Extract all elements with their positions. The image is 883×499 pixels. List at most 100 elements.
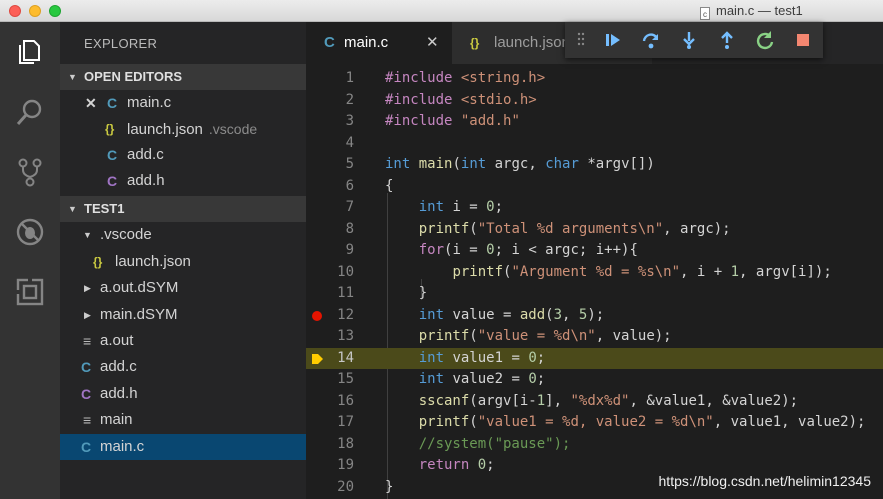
line-number[interactable]: 19 <box>306 455 354 477</box>
code-line[interactable]: 12 int value = add(3, 5); <box>306 305 883 327</box>
code-line[interactable]: 18 //system("pause"); <box>306 434 883 456</box>
code-text[interactable]: printf("Argument %d = %s\n", i + 1, argv… <box>385 262 831 284</box>
line-number[interactable]: 2 <box>306 90 354 112</box>
code-editor[interactable]: 1 #include <string.h> 2 #include <stdio.h> 3… <box>306 64 883 499</box>
code-line[interactable]: 3 #include "add.h" <box>306 111 883 133</box>
code-text[interactable]: #include <string.h> <box>385 68 545 90</box>
code-line[interactable]: 2 #include <stdio.h> <box>306 90 883 112</box>
line-number[interactable]: 16 <box>306 391 354 413</box>
code-line[interactable]: 10 printf("Argument %d = %s\n", i + 1, a… <box>306 262 883 284</box>
code-text[interactable]: #include "add.h" <box>385 111 520 133</box>
search-icon[interactable] <box>15 97 45 127</box>
line-number[interactable]: 1 <box>306 68 354 90</box>
tree-file[interactable]: C add.c <box>60 354 306 380</box>
code-text[interactable]: { <box>385 176 393 198</box>
open-editor-item[interactable]: C add.c <box>60 142 306 168</box>
open-editor-item[interactable]: ✕ C main.c <box>60 90 306 116</box>
line-number[interactable]: 15 <box>306 369 354 391</box>
code-line[interactable]: 16 sscanf(argv[i-1], "%dx%d", &value1, &… <box>306 391 883 413</box>
open-editors-header[interactable]: ▼ OPEN EDITORS <box>60 64 306 90</box>
code-text[interactable]: int main(int argc, char *argv[]) <box>385 154 655 176</box>
tree-file[interactable]: ≡ a.out <box>60 328 306 354</box>
extensions-icon[interactable] <box>15 277 45 307</box>
code-line[interactable]: 1 #include <string.h> <box>306 68 883 90</box>
code-line[interactable]: 9 for(i = 0; i < argc; i++){ <box>306 240 883 262</box>
open-editor-item[interactable]: {} launch.json .vscode <box>60 116 306 142</box>
code-text[interactable]: printf("value1 = %d, value2 = %d\n", val… <box>385 412 866 434</box>
code-text[interactable]: int value1 = 0; <box>385 348 545 370</box>
sidebar-title: EXPLORER <box>84 36 158 51</box>
tree-folder[interactable]: ▶ main.dSYM <box>60 302 306 328</box>
code-line[interactable]: 8 printf("Total %d arguments\n", argc); <box>306 219 883 241</box>
open-editor-label: add.c <box>127 146 164 163</box>
code-text[interactable]: int value2 = 0; <box>385 369 545 391</box>
tree-label: main <box>100 411 133 428</box>
code-text[interactable]: printf("value = %d\n", value); <box>385 326 672 348</box>
close-icon[interactable]: ✕ <box>85 90 97 116</box>
tree-file[interactable]: C add.h <box>60 381 306 407</box>
code-text[interactable]: //system("pause"); <box>385 434 571 456</box>
code-text[interactable]: int i = 0; <box>385 197 503 219</box>
line-number[interactable]: 7 <box>306 197 354 219</box>
line-number[interactable]: 5 <box>306 154 354 176</box>
code-line[interactable]: 6{ <box>306 176 883 198</box>
line-number[interactable]: 13 <box>306 326 354 348</box>
code-line[interactable]: 17 printf("value1 = %d, value2 = %d\n", … <box>306 412 883 434</box>
c-file-icon: C <box>81 439 92 455</box>
step-into-icon[interactable] <box>679 30 699 50</box>
code-line[interactable]: 5 int main(int argc, char *argv[]) <box>306 154 883 176</box>
line-number[interactable]: 10 <box>306 262 354 284</box>
code-line[interactable]: 15 int value2 = 0; <box>306 369 883 391</box>
code-line[interactable]: 4 <box>306 133 883 155</box>
code-line-current[interactable]: 14 int value1 = 0; <box>306 347 883 370</box>
line-number[interactable]: 8 <box>306 219 354 241</box>
open-editor-label: launch.json <box>127 121 203 138</box>
line-number[interactable]: 17 <box>306 412 354 434</box>
code-text[interactable]: for(i = 0; i < argc; i++){ <box>385 240 638 262</box>
tree-file[interactable]: ≡ main <box>60 407 306 433</box>
code-line[interactable]: 7 int i = 0; <box>306 197 883 219</box>
drag-handle-icon[interactable] <box>577 32 585 48</box>
step-out-icon[interactable] <box>717 30 737 50</box>
code-text[interactable]: #include <stdio.h> <box>385 90 537 112</box>
restart-icon[interactable] <box>755 30 775 50</box>
debug-icon[interactable] <box>15 217 45 247</box>
tree-folder[interactable]: ▶ a.out.dSYM <box>60 275 306 301</box>
code-text[interactable]: int value = add(3, 5); <box>385 305 604 327</box>
stop-icon[interactable] <box>793 30 813 50</box>
tree-folder[interactable]: ▼ .vscode <box>60 222 306 248</box>
zoom-window-button[interactable] <box>49 5 61 17</box>
code-text[interactable]: } <box>385 477 393 499</box>
line-number[interactable]: 11 <box>306 283 354 305</box>
step-over-icon[interactable] <box>641 30 661 50</box>
h-file-icon: C <box>81 386 92 402</box>
code-line[interactable]: 11 } <box>306 283 883 305</box>
tree-label: main.c <box>100 438 145 455</box>
code-text[interactable]: sscanf(argv[i-1], "%dx%d", &value1, &val… <box>385 391 798 413</box>
explorer-icon[interactable] <box>15 37 45 67</box>
source-control-icon[interactable] <box>15 157 45 187</box>
close-window-button[interactable] <box>9 5 21 17</box>
tab-main-c[interactable]: C main.c ✕ <box>306 22 452 64</box>
code-text[interactable]: printf("Total %d arguments\n", argc); <box>385 219 731 241</box>
tree-label: launch.json <box>115 253 191 270</box>
tree-file[interactable]: {} launch.json <box>60 249 306 275</box>
c-file-icon: C <box>81 359 92 375</box>
tree-file-selected[interactable]: C main.c <box>60 434 306 460</box>
project-header[interactable]: ▼ TEST1 <box>60 196 306 222</box>
line-number[interactable]: 20 <box>306 477 354 499</box>
close-icon[interactable]: ✕ <box>426 22 439 64</box>
breakpoint-icon[interactable] <box>312 310 322 321</box>
line-number[interactable]: 18 <box>306 434 354 456</box>
line-number[interactable]: 9 <box>306 240 354 262</box>
minimize-window-button[interactable] <box>29 5 41 17</box>
open-editor-item[interactable]: C add.h <box>60 168 306 194</box>
code-line[interactable]: 13 printf("value = %d\n", value); <box>306 326 883 348</box>
line-number[interactable]: 4 <box>306 133 354 155</box>
code-text[interactable]: } <box>385 283 427 305</box>
code-text[interactable]: return 0; <box>385 455 495 477</box>
line-number[interactable]: 3 <box>306 111 354 133</box>
continue-icon[interactable] <box>603 30 623 50</box>
c-file-icon: C <box>324 34 335 51</box>
line-number[interactable]: 6 <box>306 176 354 198</box>
